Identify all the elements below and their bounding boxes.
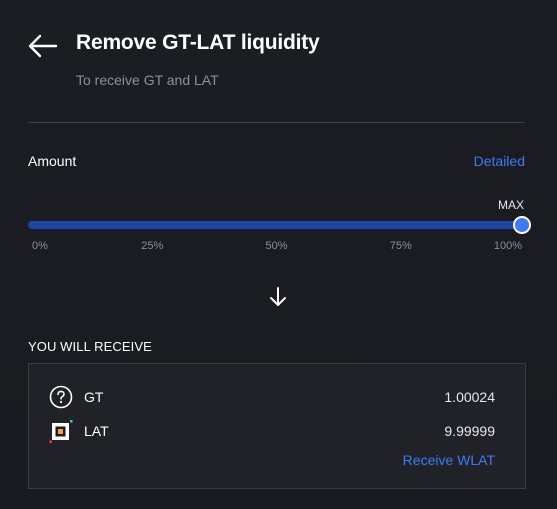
tick-label[interactable]: 50% bbox=[265, 240, 287, 252]
arrow-down-icon bbox=[268, 286, 288, 308]
token-row-lat: LAT 9.99999 bbox=[49, 419, 495, 443]
slider-thumb[interactable] bbox=[513, 216, 531, 234]
amount-label: Amount bbox=[28, 153, 77, 169]
tick-label[interactable]: 0% bbox=[32, 240, 48, 252]
amount-slider[interactable] bbox=[28, 214, 531, 236]
token-row-gt: GT 1.00024 bbox=[49, 385, 495, 409]
page-title: Remove GT-LAT liquidity bbox=[76, 31, 320, 54]
arrow-left-icon bbox=[28, 34, 58, 58]
back-button[interactable] bbox=[28, 32, 58, 60]
remove-liquidity-panel: Remove GT-LAT liquidity To receive GT an… bbox=[0, 0, 557, 509]
token-amount: 1.00024 bbox=[444, 389, 495, 405]
slider-fill bbox=[28, 221, 525, 229]
receive-wlat-link[interactable]: Receive WLAT bbox=[403, 452, 495, 468]
lat-token-icon bbox=[49, 419, 73, 443]
receive-heading: YOU WILL RECEIVE bbox=[28, 339, 152, 354]
page-subtitle: To receive GT and LAT bbox=[76, 72, 219, 88]
detailed-link[interactable]: Detailed bbox=[474, 153, 525, 169]
tick-label[interactable]: 25% bbox=[141, 240, 163, 252]
question-circle-icon bbox=[49, 385, 73, 409]
token-amount: 9.99999 bbox=[444, 423, 495, 439]
token-symbol: GT bbox=[84, 389, 104, 405]
receive-box: GT 1.00024 LAT 9.99999 Receive WLAT bbox=[28, 363, 526, 489]
tick-label[interactable]: 100% bbox=[494, 240, 522, 252]
max-label[interactable]: MAX bbox=[498, 198, 524, 212]
header-divider bbox=[28, 122, 525, 123]
token-symbol: LAT bbox=[84, 423, 109, 439]
slider-ticks: 0% 25% 50% 75% 100% bbox=[28, 240, 525, 254]
tick-label[interactable]: 75% bbox=[390, 240, 412, 252]
